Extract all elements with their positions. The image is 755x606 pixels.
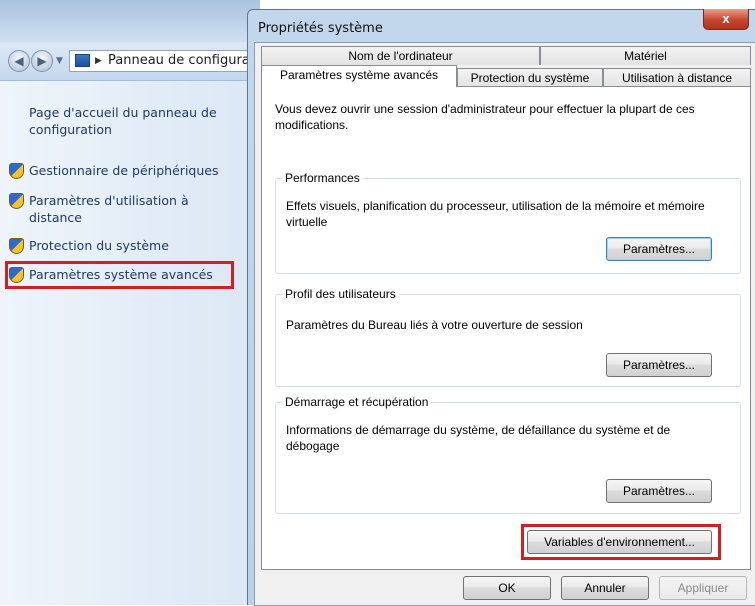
group-description: Informations de démarrage du système, de… [286,423,671,453]
group-description: Paramètres du Bureau liés à votre ouvert… [286,318,583,332]
group-title: Performances [282,171,363,185]
uac-shield-icon [9,193,24,209]
address-bar[interactable]: ▶ Panneau de configuration [69,50,260,72]
user-profiles-settings-button[interactable]: Paramètres... [606,353,712,377]
group-description: Effets visuels, planification du process… [286,199,705,229]
dialog-body: Nom de l'ordinateur Matériel Paramètres … [254,42,755,606]
group-startup-recovery: Démarrage et récupération Informations d… [275,395,741,514]
group-title: Démarrage et récupération [282,395,432,409]
ok-button[interactable]: OK [463,576,551,600]
tab-remote[interactable]: Utilisation à distance [603,68,751,87]
close-button[interactable]: x [703,9,749,30]
tab-computer-name[interactable]: Nom de l'ordinateur [261,46,540,65]
back-button[interactable]: ◀ [8,50,30,72]
dialog-title: Propriétés système [258,21,383,36]
control-panel-icon [75,54,90,67]
uac-shield-icon [9,163,24,179]
sidebar-item-system-protection[interactable]: Protection du système [29,237,244,254]
admin-note: Vous devez ouvrir une session d'administ… [275,102,695,132]
tab-hardware[interactable]: Matériel [540,46,751,65]
highlight-box [5,261,234,289]
control-panel-titlebar [0,0,260,42]
sidebar-home-link[interactable]: Page d'accueil du panneau de configurati… [29,104,244,138]
uac-shield-icon [9,238,24,254]
navigation-bar: ◀ ▶ ▼ ▶ Panneau de configuration [0,42,260,81]
system-properties-dialog: Propriétés système x Nom de l'ordinateur… [247,9,755,606]
forward-button[interactable]: ▶ [31,50,53,72]
performance-settings-button[interactable]: Paramètres... [606,237,712,261]
control-panel-sidebar: Page d'accueil du panneau de configurati… [0,81,260,605]
recent-pages-dropdown-icon[interactable]: ▼ [56,56,63,66]
tab-panel: Vous devez ouvrir une session d'administ… [261,86,751,570]
breadcrumb-arrow-icon[interactable]: ▶ [95,51,102,71]
apply-button[interactable]: Appliquer [659,576,747,600]
group-performance: Performances Effets visuels, planificati… [275,171,741,274]
sidebar-item-remote-settings[interactable]: Paramètres d'utilisation à distance [29,192,244,226]
environment-variables-button[interactable]: Variables d'environnement... [527,530,712,554]
startup-recovery-settings-button[interactable]: Paramètres... [606,479,712,503]
group-title: Profil des utilisateurs [282,287,399,301]
tab-advanced-system-settings[interactable]: Paramètres système avancés [261,65,457,87]
sidebar-item-device-manager[interactable]: Gestionnaire de périphériques [29,162,244,179]
group-user-profiles: Profil des utilisateurs Paramètres du Bu… [275,287,741,387]
address-path[interactable]: Panneau de configuration [108,51,260,71]
cancel-button[interactable]: Annuler [561,576,649,600]
control-panel-window: ◀ ▶ ▼ ▶ Panneau de configuration Page d'… [0,0,260,605]
tab-system-protection[interactable]: Protection du système [457,68,603,87]
